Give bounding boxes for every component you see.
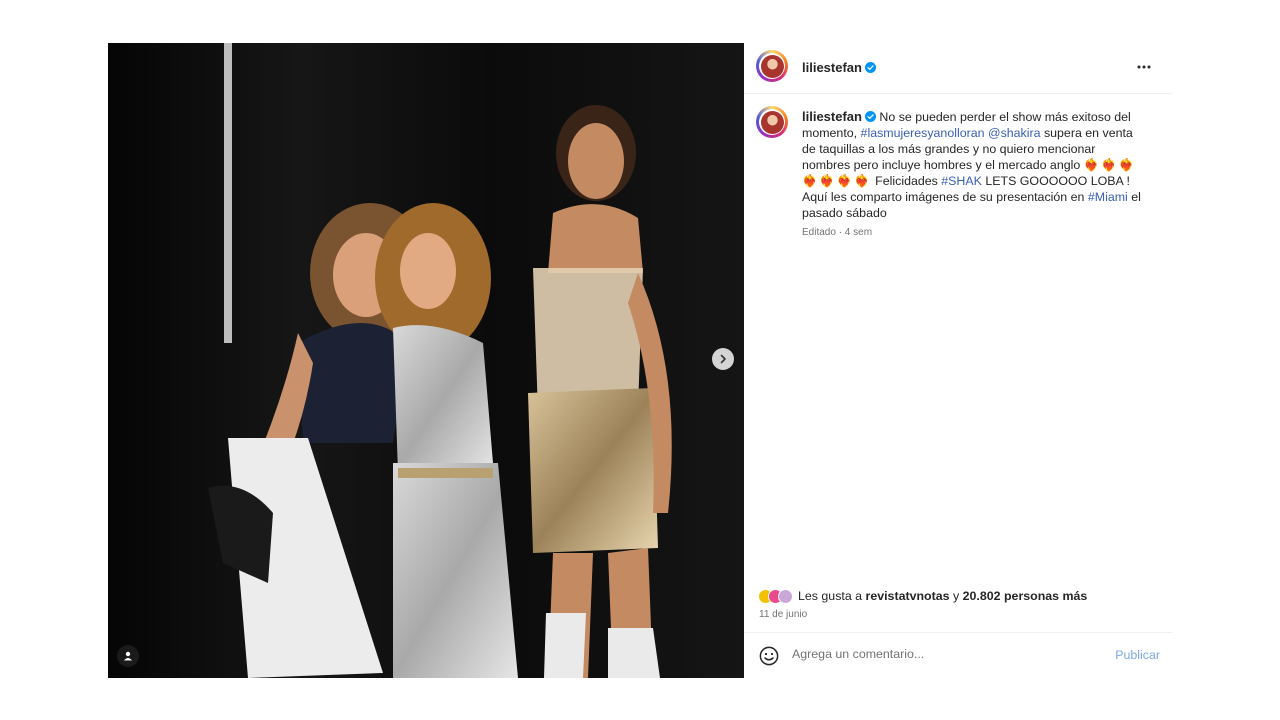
post-photo[interactable] bbox=[108, 43, 744, 678]
caption-text: Felicidades bbox=[871, 174, 942, 188]
author-username[interactable]: liliestefan bbox=[802, 60, 862, 75]
smiley-icon bbox=[759, 646, 779, 666]
caption-username[interactable]: liliestefan bbox=[802, 109, 862, 124]
hashtag-link[interactable]: #SHAK bbox=[941, 174, 982, 188]
next-photo-button[interactable] bbox=[712, 348, 734, 370]
liker-avatar bbox=[778, 588, 793, 604]
verified-badge-icon bbox=[864, 62, 876, 73]
post-header: liliestefan bbox=[744, 43, 1172, 94]
caption-avatar[interactable] bbox=[756, 106, 788, 138]
more-horizontal-icon bbox=[1137, 65, 1151, 69]
likes-summary: Les gusta a revistatvnotas y 20.802 pers… bbox=[758, 586, 1087, 606]
liker-username[interactable]: revistatvnotas bbox=[866, 589, 950, 603]
emoji-picker-button[interactable] bbox=[759, 646, 779, 671]
chevron-right-icon bbox=[720, 354, 726, 364]
more-options-button[interactable] bbox=[1136, 60, 1152, 79]
comment-input[interactable] bbox=[792, 647, 1092, 661]
post-caption: liliestefan No se pueden perder el show … bbox=[802, 109, 1142, 221]
post-side-panel: liliestefan liliestefan No se pueden per… bbox=[744, 43, 1172, 678]
verified-badge-icon bbox=[864, 111, 876, 122]
author-avatar[interactable] bbox=[756, 50, 788, 82]
hashtag-link[interactable]: #Miami bbox=[1088, 190, 1128, 204]
likes-prefix: Les gusta a bbox=[798, 589, 866, 603]
comment-bar: Publicar bbox=[744, 632, 1172, 679]
tagged-users-button[interactable] bbox=[117, 645, 139, 667]
likes-middle: y bbox=[949, 589, 963, 603]
mention-link[interactable]: @shakira bbox=[988, 126, 1041, 140]
user-icon bbox=[124, 651, 132, 661]
post-date[interactable]: 11 de junio bbox=[759, 609, 807, 620]
hashtag-link[interactable]: #lasmujeresyanolloran bbox=[861, 126, 985, 140]
publish-button[interactable]: Publicar bbox=[1115, 648, 1160, 662]
likes-count[interactable]: 20.802 personas más bbox=[963, 589, 1088, 603]
caption-meta: Editado · 4 sem bbox=[802, 227, 873, 238]
photo-scene bbox=[108, 43, 744, 678]
